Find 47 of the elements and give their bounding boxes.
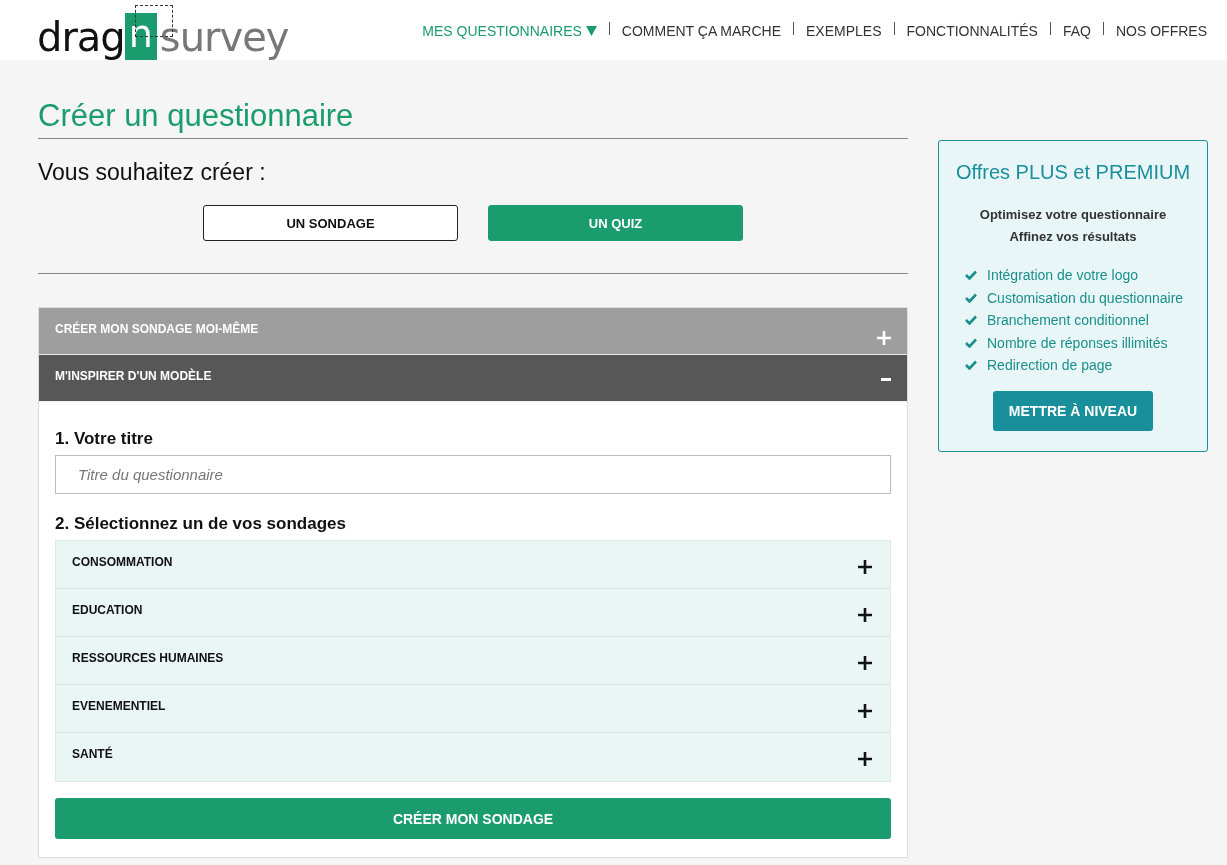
page-title: Créer un questionnaire xyxy=(38,98,355,134)
category-row[interactable]: EDUCATION xyxy=(56,589,890,637)
category-label: RESSOURCES HUMAINES xyxy=(72,651,224,665)
accordion-header[interactable]: M'INSPIRER D'UN MODÈLE xyxy=(39,355,907,402)
check-icon xyxy=(965,337,977,348)
nav-link[interactable]: COMMENT ÇA MARCHE xyxy=(621,23,781,39)
check-icon xyxy=(965,270,977,281)
feature-text: Nombre de réponses illimités xyxy=(987,333,1168,353)
check-icon xyxy=(965,292,977,303)
field-label: 2. Sélectionnez un de vos sondages xyxy=(55,514,347,534)
survey-type-button[interactable]: UN SONDAGE xyxy=(203,205,458,241)
feature-text: Customisation du questionnaire xyxy=(987,288,1184,308)
title-input-field[interactable]: Titre du questionnaire xyxy=(55,455,891,494)
question-text: Vous souhaitez créer : xyxy=(38,159,267,186)
nav-link[interactable]: FONCTIONNALITÉS xyxy=(906,23,1038,39)
category-row[interactable]: RESSOURCES HUMAINES xyxy=(56,637,890,685)
upgrade-button[interactable]: METTRE À NIVEAU xyxy=(992,390,1154,431)
category-label: CONSOMMATION xyxy=(72,555,173,569)
category-label: SANTÉ xyxy=(72,747,113,761)
plus-icon xyxy=(858,608,872,622)
offer-subtitle: Optimisez votre questionnaire xyxy=(978,206,1168,224)
category-row[interactable]: CONSOMMATION xyxy=(56,541,890,589)
plus-icon xyxy=(858,656,872,670)
plus-icon xyxy=(858,704,872,718)
feature-text: Branchement conditionnel xyxy=(987,311,1149,330)
accordion-title: CRÉER MON SONDAGE MOI-MÊME xyxy=(55,322,259,336)
check-icon xyxy=(965,360,977,371)
feature-text: Intégration de votre logo xyxy=(987,266,1138,285)
nav-link[interactable]: EXEMPLES xyxy=(806,23,882,39)
accordion-title: M'INSPIRER D'UN MODÈLE xyxy=(55,369,212,383)
nav-link[interactable]: NOS OFFRES xyxy=(1116,23,1207,39)
check-icon xyxy=(965,315,977,326)
category-row[interactable]: SANTÉ xyxy=(56,733,890,781)
logo[interactable]: drag n survey xyxy=(37,0,289,60)
category-label: EVENEMENTIEL xyxy=(72,699,166,713)
plus-icon xyxy=(858,560,872,574)
plus-icon xyxy=(858,752,872,766)
category-row[interactable]: EVENEMENTIEL xyxy=(56,685,890,733)
feature-text: Redirection de page xyxy=(987,356,1113,375)
category-label: EDUCATION xyxy=(72,603,143,617)
offer-subtitle: Affinez vos résultats xyxy=(1008,228,1138,246)
offer-title: Offres PLUS et PREMIUM xyxy=(954,161,1192,184)
nav-link[interactable]: FAQ xyxy=(1062,23,1091,39)
field-label: 1. Votre titre xyxy=(55,429,154,449)
minus-icon xyxy=(881,378,891,382)
plus-icon xyxy=(877,331,891,345)
nav-link[interactable]: MES QUESTIONNAIRES xyxy=(422,23,597,39)
